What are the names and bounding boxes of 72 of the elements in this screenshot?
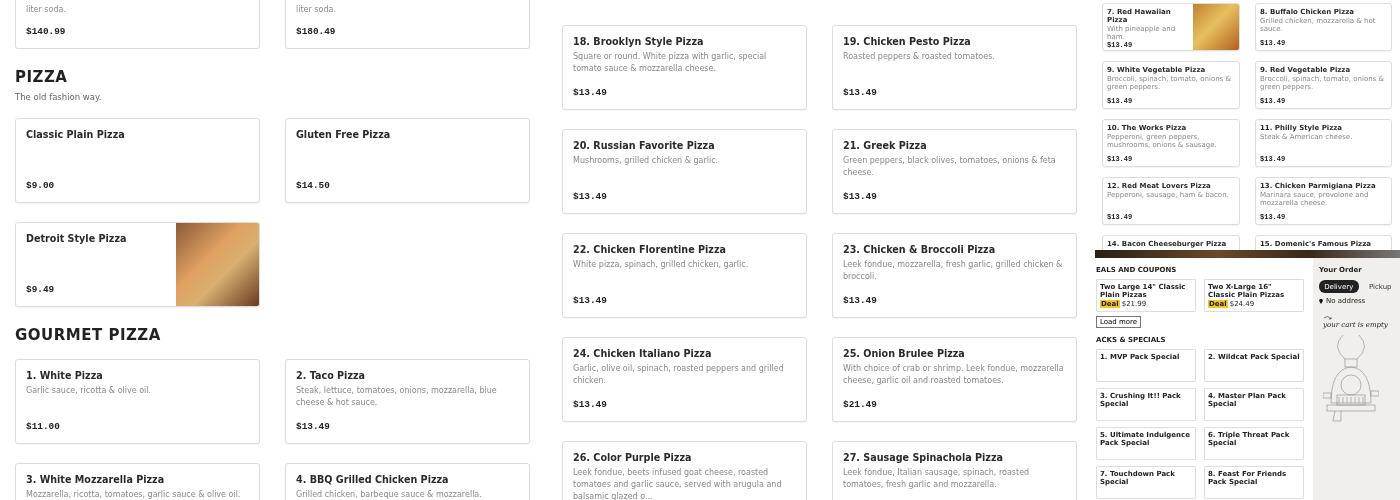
item-name: 4. BBQ Grilled Chicken Pizza — [296, 474, 450, 485]
section-heading: PIZZA — [15, 69, 69, 85]
menu-item-card[interactable]: 21. Greek Pizza Green peppers, black olives, tomatoes, onions & feta cheese. $13.49 — [832, 129, 1077, 214]
menu-item-card[interactable]: 22. Chicken Florentine Pizza White pizza, spinach, grilled chicken, garlic. $13.49 — [562, 233, 807, 318]
item-description: With choice of crab or shrimp. Leek fondue, mozzarella cheese, garlic oil and roasted tomatoes. — [843, 363, 1065, 387]
menu-item-card[interactable]: 20. Russian Favorite Pizza Mushrooms, grilled chicken & garlic. $13.49 — [562, 129, 807, 214]
item-name: 21. Greek Pizza — [843, 140, 928, 151]
item-description: White pizza, spinach, grilled chicken, garlic. — [573, 259, 750, 271]
menu-item-card[interactable]: 19. Chicken Pesto Pizza Roasted peppers & roasted tomatoes. $13.49 — [832, 25, 1077, 110]
item-name: Gluten Free Pizza — [296, 129, 392, 140]
item-name: 25. Onion Brulee Pizza — [843, 348, 966, 359]
menu-item-card[interactable]: liter soda. $140.99 — [15, 0, 260, 49]
item-price: $13.49 — [843, 295, 878, 306]
arrow-icon — [1323, 315, 1333, 321]
item-price: $13.49 — [843, 191, 878, 202]
menu-item-card[interactable]: 1. White Pizza Garlic sauce, ricotta & olive oil. $11.00 — [15, 359, 260, 444]
item-name: 3. White Mozzarella Pizza — [26, 474, 166, 485]
menu-item-card[interactable]: 27. Sausage Spinachola Pizza Leek fondue, Italian sausage, spinach, roasted tomatoes, fresh garlic and mozzarella. — [832, 441, 1077, 500]
item-price: $21.49 — [843, 399, 878, 410]
item-price: $180.49 — [296, 26, 337, 37]
item-description: Leek fondue, mozzarella, fresh garlic, grilled chicken & broccoli. — [843, 259, 1064, 283]
item-description: Garlic, olive oil, spinach, roasted peppers and grilled chicken. — [573, 363, 785, 387]
item-description: Mushrooms, grilled chicken & garlic. — [573, 155, 720, 167]
item-name: 22. Chicken Florentine Pizza — [573, 244, 727, 255]
item-description: Square or round. White pizza with garlic, special tomato sauce & mozzarella cheese. — [573, 51, 768, 75]
menu-item-card[interactable]: Classic Plain Pizza $9.00 — [15, 118, 260, 203]
menu-item-card[interactable]: 24. Chicken Italiano Pizza Garlic, olive oil, spinach, roasted peppers and grilled chicken. $13.49 — [562, 337, 807, 422]
menu-item-card[interactable]: 4. BBQ Grilled Chicken Pizza Grilled chicken, barbeque sauce & mozzarella. — [285, 463, 530, 500]
item-name: 27. Sausage Spinachola Pizza — [843, 452, 1004, 463]
item-price: $13.49 — [573, 191, 608, 202]
item-description: Green peppers, black olives, tomatoes, onions & feta cheese. — [843, 155, 1057, 179]
item-description: Leek fondue, Italian sausage, spinach, roasted tomatoes, fresh garlic and mozzarella. — [843, 467, 1031, 491]
item-description: Roasted peppers & roasted tomatoes. — [843, 51, 996, 63]
menu-item-card[interactable]: Detroit Style Pizza $9.49 — [15, 222, 260, 307]
item-price: $11.00 — [26, 421, 61, 432]
item-price: $9.49 — [26, 284, 56, 295]
location-pin-icon — [1319, 298, 1323, 304]
item-name: 19. Chicken Pesto Pizza — [843, 36, 972, 47]
item-description: liter soda. — [26, 4, 67, 16]
menu-item-card[interactable]: 2. Taco Pizza Steak, lettuce, tomatoes, onions, mozzarella, blue cheese & hot sauce. $13.49 — [285, 359, 530, 444]
item-price: $14.50 — [296, 180, 331, 191]
item-name: 26. Color Purple Pizza — [573, 452, 693, 463]
item-description: Leek fondue, beets infused goat cheese, roasted tomatoes and garlic sauce, served with arugula and balsamic glazed o... — [573, 467, 783, 500]
item-price: $13.49 — [573, 399, 608, 410]
menu-item-card[interactable]: 18. Brooklyn Style Pizza Square or round. White pizza with garlic, special tomato sauce & mozzarella cheese. $13.49 — [562, 25, 807, 110]
item-name: 18. Brooklyn Style Pizza — [573, 36, 705, 47]
item-price: $13.49 — [573, 295, 608, 306]
menu-item-card[interactable]: Gluten Free Pizza $14.50 — [285, 118, 530, 203]
item-price: $13.49 — [296, 421, 331, 432]
item-name: Detroit Style Pizza — [26, 233, 128, 244]
item-description: Mozzarella, ricotta, tomatoes, garlic sauce & olive oil. — [26, 489, 242, 500]
item-description: Garlic sauce, ricotta & olive oil. — [26, 385, 153, 397]
item-price: $13.49 — [843, 87, 878, 98]
item-name: 20. Russian Favorite Pizza — [573, 140, 716, 151]
item-description: Grilled chicken, barbeque sauce & mozzarella. — [296, 489, 483, 500]
menu-item-card[interactable]: liter soda. $180.49 — [285, 0, 530, 49]
item-description: Steak, lettuce, tomatoes, onions, mozzarella, blue cheese & hot sauce. — [296, 385, 498, 409]
item-price: $140.99 — [26, 26, 67, 37]
item-name: 23. Chicken & Broccoli Pizza — [843, 244, 997, 255]
menu-item-card[interactable]: 26. Color Purple Pizza Leek fondue, beets infused goat cheese, roasted tomatoes and garlic sauce, served with arugula and balsamic glazed o... — [562, 441, 807, 500]
item-description: liter soda. — [296, 4, 337, 16]
menu-item-card[interactable]: 25. Onion Brulee Pizza With choice of crab or shrimp. Leek fondue, mozzarella cheese, garlic oil and roasted tomatoes. $21.49 — [832, 337, 1077, 422]
item-name: 2. Taco Pizza — [296, 370, 367, 381]
item-price: $9.00 — [26, 180, 56, 191]
item-name: Classic Plain Pizza — [26, 129, 126, 140]
item-name: 1. White Pizza — [26, 370, 104, 381]
section-subtitle: The old fashion way. — [15, 92, 103, 102]
section-heading: GOURMET PIZZA — [15, 327, 162, 343]
item-name: 24. Chicken Italiano Pizza — [573, 348, 713, 359]
menu-item-card[interactable]: 3. White Mozzarella Pizza Mozzarella, ricotta, tomatoes, garlic sauce & olive oil. — [15, 463, 260, 500]
menu-item-card[interactable]: 23. Chicken & Broccoli Pizza Leek fondue, mozzarella, fresh garlic, grilled chicken & broccoli. $13.49 — [832, 233, 1077, 318]
item-price: $13.49 — [573, 87, 608, 98]
